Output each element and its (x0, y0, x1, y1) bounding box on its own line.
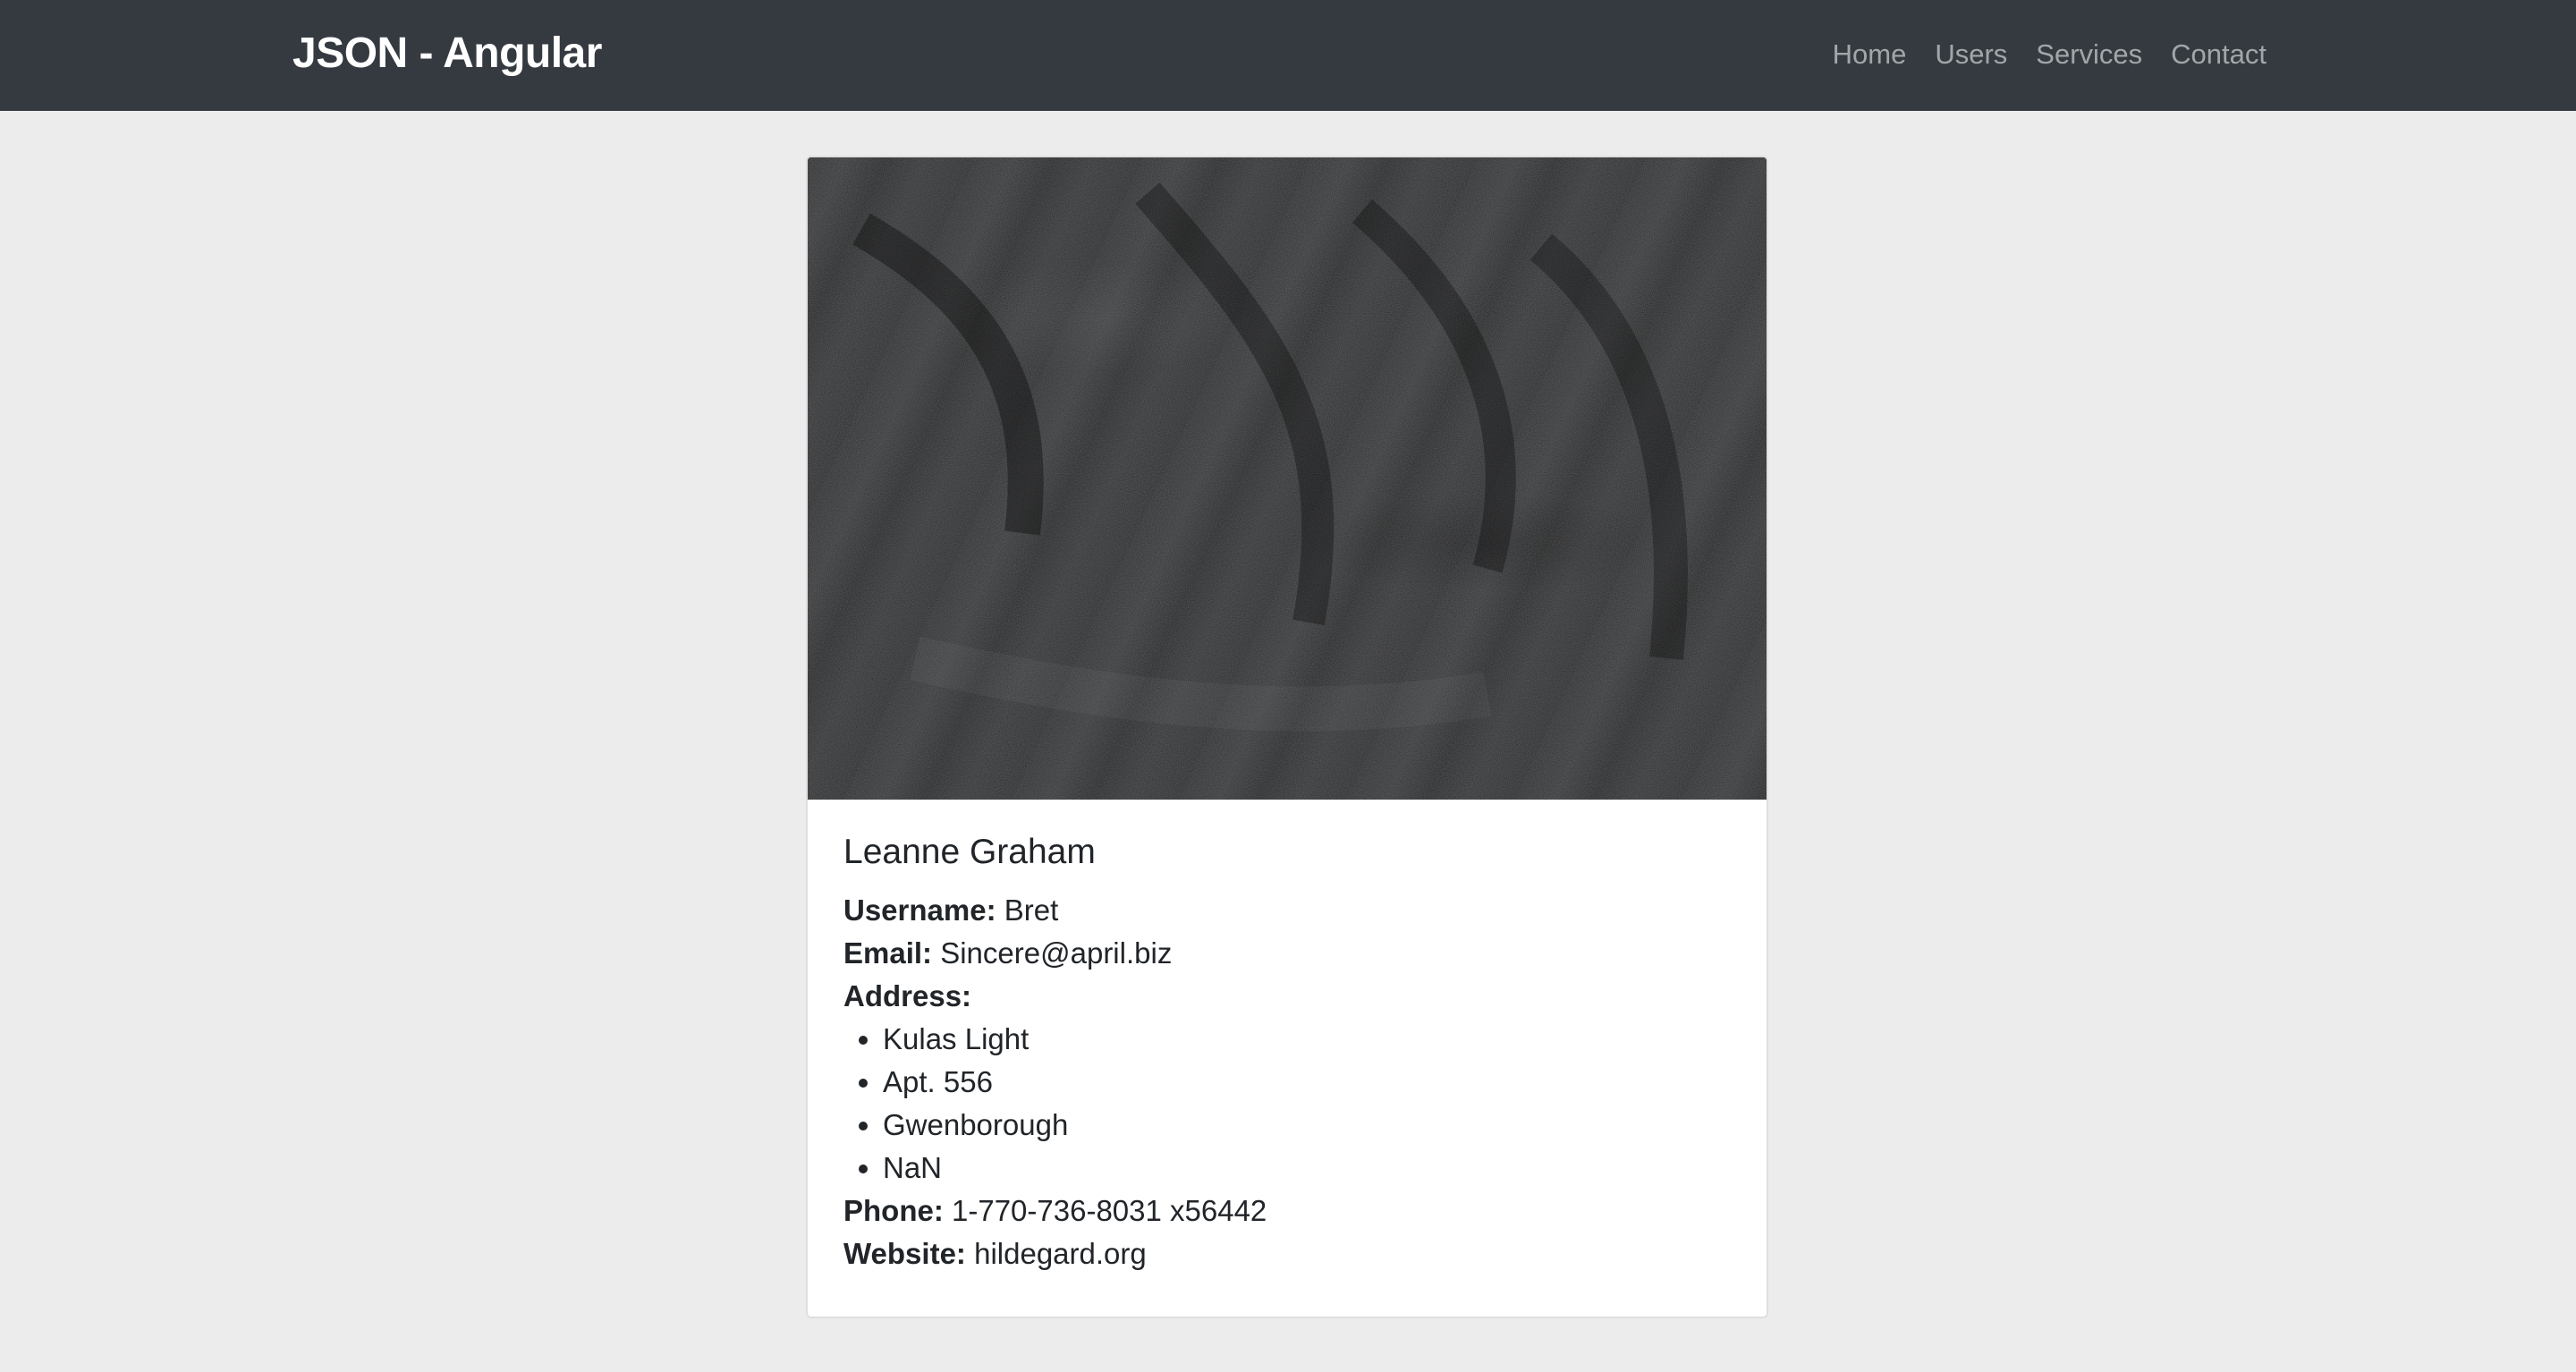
card-image (808, 157, 1767, 800)
navbar: JSON - Angular Home Users Services Conta… (0, 0, 2576, 111)
brand-logo[interactable]: JSON - Angular (292, 27, 602, 80)
address-label: Address: (843, 979, 972, 1012)
address-list: Kulas Light Apt. 556 Gwenborough NaN (843, 1018, 1734, 1190)
phone-row: Phone: 1-770-736-8031 x56442 (843, 1190, 1734, 1232)
user-name: Leanne Graham (843, 833, 1096, 871)
website-row: Website: hildegard.org (843, 1232, 1734, 1275)
email-label: Email: (843, 936, 933, 970)
nav-links: Home Users Services Contact (1833, 34, 2267, 75)
sand-texture (808, 157, 1767, 800)
nav-link-contact[interactable]: Contact (2171, 34, 2267, 75)
nav-link-users[interactable]: Users (1935, 34, 2007, 75)
nav-link-home[interactable]: Home (1833, 34, 1907, 75)
address-zipcode: NaN (883, 1147, 1734, 1190)
website-label: Website: (843, 1237, 966, 1270)
nav-link-services[interactable]: Services (2036, 34, 2142, 75)
email-row: Email: Sincere@april.biz (843, 932, 1734, 975)
phone-value: 1-770-736-8031 x56442 (952, 1194, 1267, 1227)
website-value: hildegard.org (974, 1237, 1147, 1270)
address-suite: Apt. 556 (883, 1061, 1734, 1104)
address-street: Kulas Light (883, 1018, 1734, 1061)
address-row: Address: (843, 975, 1734, 1018)
email-value: Sincere@april.biz (940, 936, 1173, 970)
user-card: Leanne Graham Username: Bret Email: Sinc… (806, 156, 1768, 1318)
card-body: Leanne Graham Username: Bret Email: Sinc… (843, 830, 1734, 1275)
username-label: Username: (843, 893, 996, 927)
phone-label: Phone: (843, 1194, 944, 1227)
username-value: Bret (1004, 893, 1059, 927)
username-row: Username: Bret (843, 889, 1734, 932)
address-city: Gwenborough (883, 1104, 1734, 1147)
